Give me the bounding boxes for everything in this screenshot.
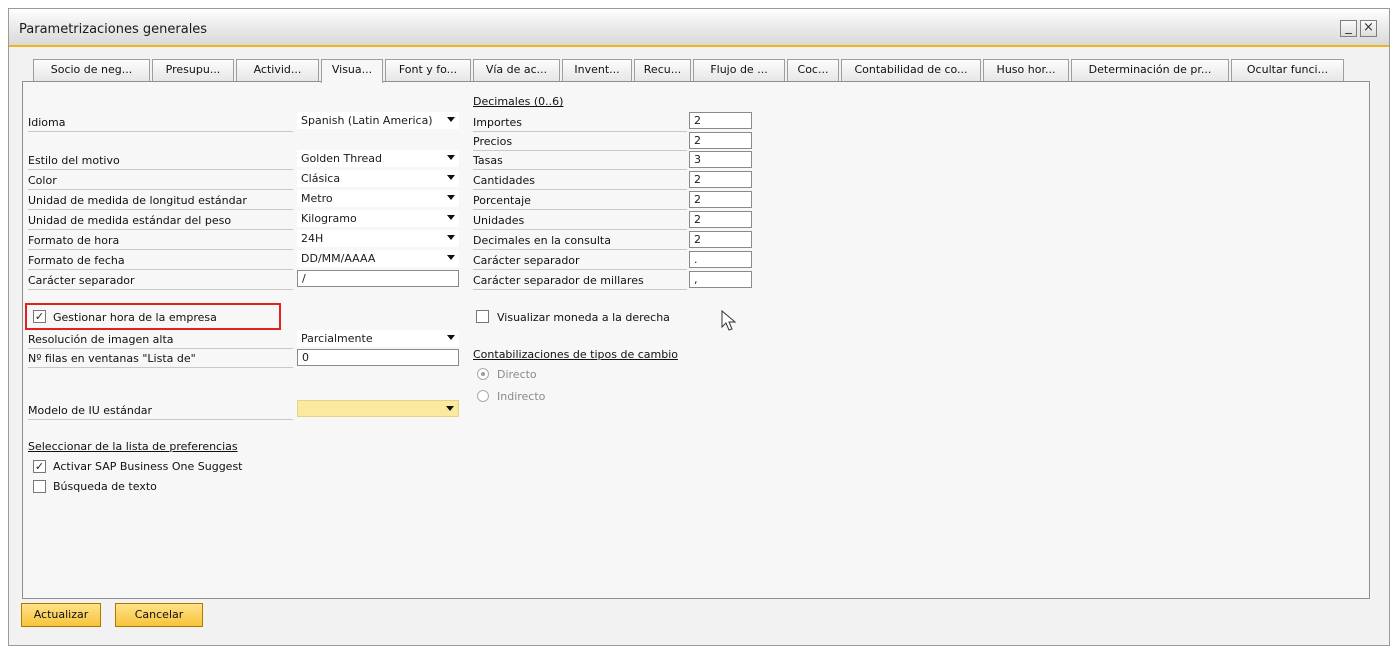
chevron-down-icon	[447, 195, 455, 200]
tab-bar: Socio de neg... Presupu... Activid... Vi…	[33, 59, 1353, 83]
separador-input[interactable]: /	[297, 270, 459, 287]
resolucion-value: Parcialmente	[301, 332, 373, 345]
separador-millares-input[interactable]: ,	[689, 271, 752, 288]
cantidades-input[interactable]: 2	[689, 171, 752, 188]
separador-label: Carácter separador	[28, 274, 135, 287]
minimize-button[interactable]: _	[1340, 20, 1357, 37]
fecha-value: DD/MM/AAAA	[301, 252, 376, 265]
fecha-select[interactable]: DD/MM/AAAA	[297, 250, 459, 267]
longitud-label: Unidad de medida de longitud estándar	[28, 194, 247, 207]
tasas-label: Tasas	[473, 154, 503, 167]
tab-presupuesto[interactable]: Presupu...	[152, 59, 234, 81]
busqueda-checkbox[interactable]	[33, 480, 46, 493]
gestionar-label: Gestionar hora de la empresa	[53, 311, 217, 324]
filas-label: Nº filas en ventanas "Lista de"	[28, 352, 196, 365]
tab-actividad[interactable]: Activid...	[236, 59, 319, 81]
idioma-label: Idioma	[28, 116, 66, 129]
separador-millares-label: Carácter separador de millares	[473, 274, 644, 287]
idioma-value: Spanish (Latin America)	[301, 114, 433, 127]
idioma-select[interactable]: Spanish (Latin America)	[297, 112, 459, 129]
unidades-input[interactable]: 2	[689, 211, 752, 228]
tab-determinacion[interactable]: Determinación de pr...	[1071, 59, 1229, 81]
peso-value: Kilogramo	[301, 212, 357, 225]
tab-cockpit[interactable]: Coc...	[787, 59, 839, 81]
hora-label: Formato de hora	[28, 234, 120, 247]
modelo-label: Modelo de IU estándar	[28, 404, 153, 417]
update-button[interactable]: Actualizar	[21, 603, 101, 627]
title-bar: Parametrizaciones generales _ ×	[9, 9, 1389, 47]
precios-input[interactable]: 2	[689, 132, 752, 149]
tab-contabilidad[interactable]: Contabilidad de co...	[841, 59, 981, 81]
chevron-down-icon	[446, 406, 454, 411]
separador-decimal-input[interactable]: .	[689, 251, 752, 268]
resolucion-select[interactable]: Parcialmente	[297, 330, 459, 347]
chevron-down-icon	[447, 335, 455, 340]
color-select[interactable]: Clásica	[297, 170, 459, 187]
longitud-select[interactable]: Metro	[297, 190, 459, 207]
chevron-down-icon	[447, 175, 455, 180]
moneda-label: Visualizar moneda a la derecha	[497, 311, 670, 324]
chevron-down-icon	[447, 255, 455, 260]
tab-inventario[interactable]: Invent...	[562, 59, 632, 81]
fecha-label: Formato de fecha	[28, 254, 125, 267]
importes-input[interactable]: 2	[689, 112, 752, 129]
cancel-button[interactable]: Cancelar	[115, 603, 203, 627]
chevron-down-icon	[447, 215, 455, 220]
gestionar-checkbox[interactable]: ✓	[33, 310, 46, 323]
preferencias-title: Seleccionar de la lista de preferencias	[28, 440, 238, 453]
unidades-label: Unidades	[473, 214, 525, 227]
chevron-down-icon	[447, 155, 455, 160]
longitud-value: Metro	[301, 192, 333, 205]
filas-input[interactable]: 0	[297, 349, 459, 366]
color-value: Clásica	[301, 172, 341, 185]
estilo-value: Golden Thread	[301, 152, 382, 165]
importes-label: Importes	[473, 116, 523, 129]
suggest-label: Activar SAP Business One Suggest	[53, 460, 243, 473]
indirecto-radio[interactable]	[477, 390, 489, 402]
chevron-down-icon	[447, 117, 455, 122]
modelo-select[interactable]	[297, 400, 459, 417]
decimales-title: Decimales (0..6)	[473, 95, 564, 108]
tab-visualizacion[interactable]: Visua...	[321, 59, 383, 83]
busqueda-label: Búsqueda de texto	[53, 480, 157, 493]
precios-label: Precios	[473, 135, 513, 148]
directo-radio[interactable]	[477, 368, 489, 380]
hora-value: 24H	[301, 232, 324, 245]
moneda-checkbox[interactable]	[476, 310, 489, 323]
decimales-consulta-label: Decimales en la consulta	[473, 234, 611, 247]
indirecto-label: Indirecto	[497, 390, 546, 403]
directo-label: Directo	[497, 368, 537, 381]
tab-huso-horario[interactable]: Huso hor...	[983, 59, 1069, 81]
suggest-checkbox[interactable]: ✓	[33, 460, 46, 473]
settings-panel: Idioma Spanish (Latin America) Estilo de…	[22, 81, 1370, 599]
tab-socio[interactable]: Socio de neg...	[33, 59, 150, 81]
cantidades-label: Cantidades	[473, 174, 535, 187]
separador-decimal-label: Carácter separador	[473, 254, 580, 267]
peso-select[interactable]: Kilogramo	[297, 210, 459, 227]
estilo-label: Estilo del motivo	[28, 154, 120, 167]
estilo-select[interactable]: Golden Thread	[297, 150, 459, 167]
tab-recursos[interactable]: Recu...	[634, 59, 691, 81]
peso-label: Unidad de medida estándar del peso	[28, 214, 232, 227]
tab-ocultar[interactable]: Ocultar funci...	[1231, 59, 1344, 81]
tab-via-acceso[interactable]: Vía de ac...	[473, 59, 560, 81]
window-title: Parametrizaciones generales	[19, 22, 208, 37]
porcentaje-label: Porcentaje	[473, 194, 531, 207]
mouse-cursor-icon	[721, 310, 737, 331]
window: Parametrizaciones generales _ × Socio de…	[8, 8, 1390, 646]
contabilizaciones-title: Contabilizaciones de tipos de cambio	[473, 348, 678, 361]
hora-select[interactable]: 24H	[297, 230, 459, 247]
tab-font[interactable]: Font y fo...	[385, 59, 471, 81]
close-button[interactable]: ×	[1360, 20, 1377, 37]
chevron-down-icon	[447, 235, 455, 240]
tasas-input[interactable]: 3	[689, 151, 752, 168]
decimales-consulta-input[interactable]: 2	[689, 231, 752, 248]
porcentaje-input[interactable]: 2	[689, 191, 752, 208]
resolucion-label: Resolución de imagen alta	[28, 333, 174, 346]
tab-flujo[interactable]: Flujo de ...	[693, 59, 785, 81]
color-label: Color	[28, 174, 57, 187]
